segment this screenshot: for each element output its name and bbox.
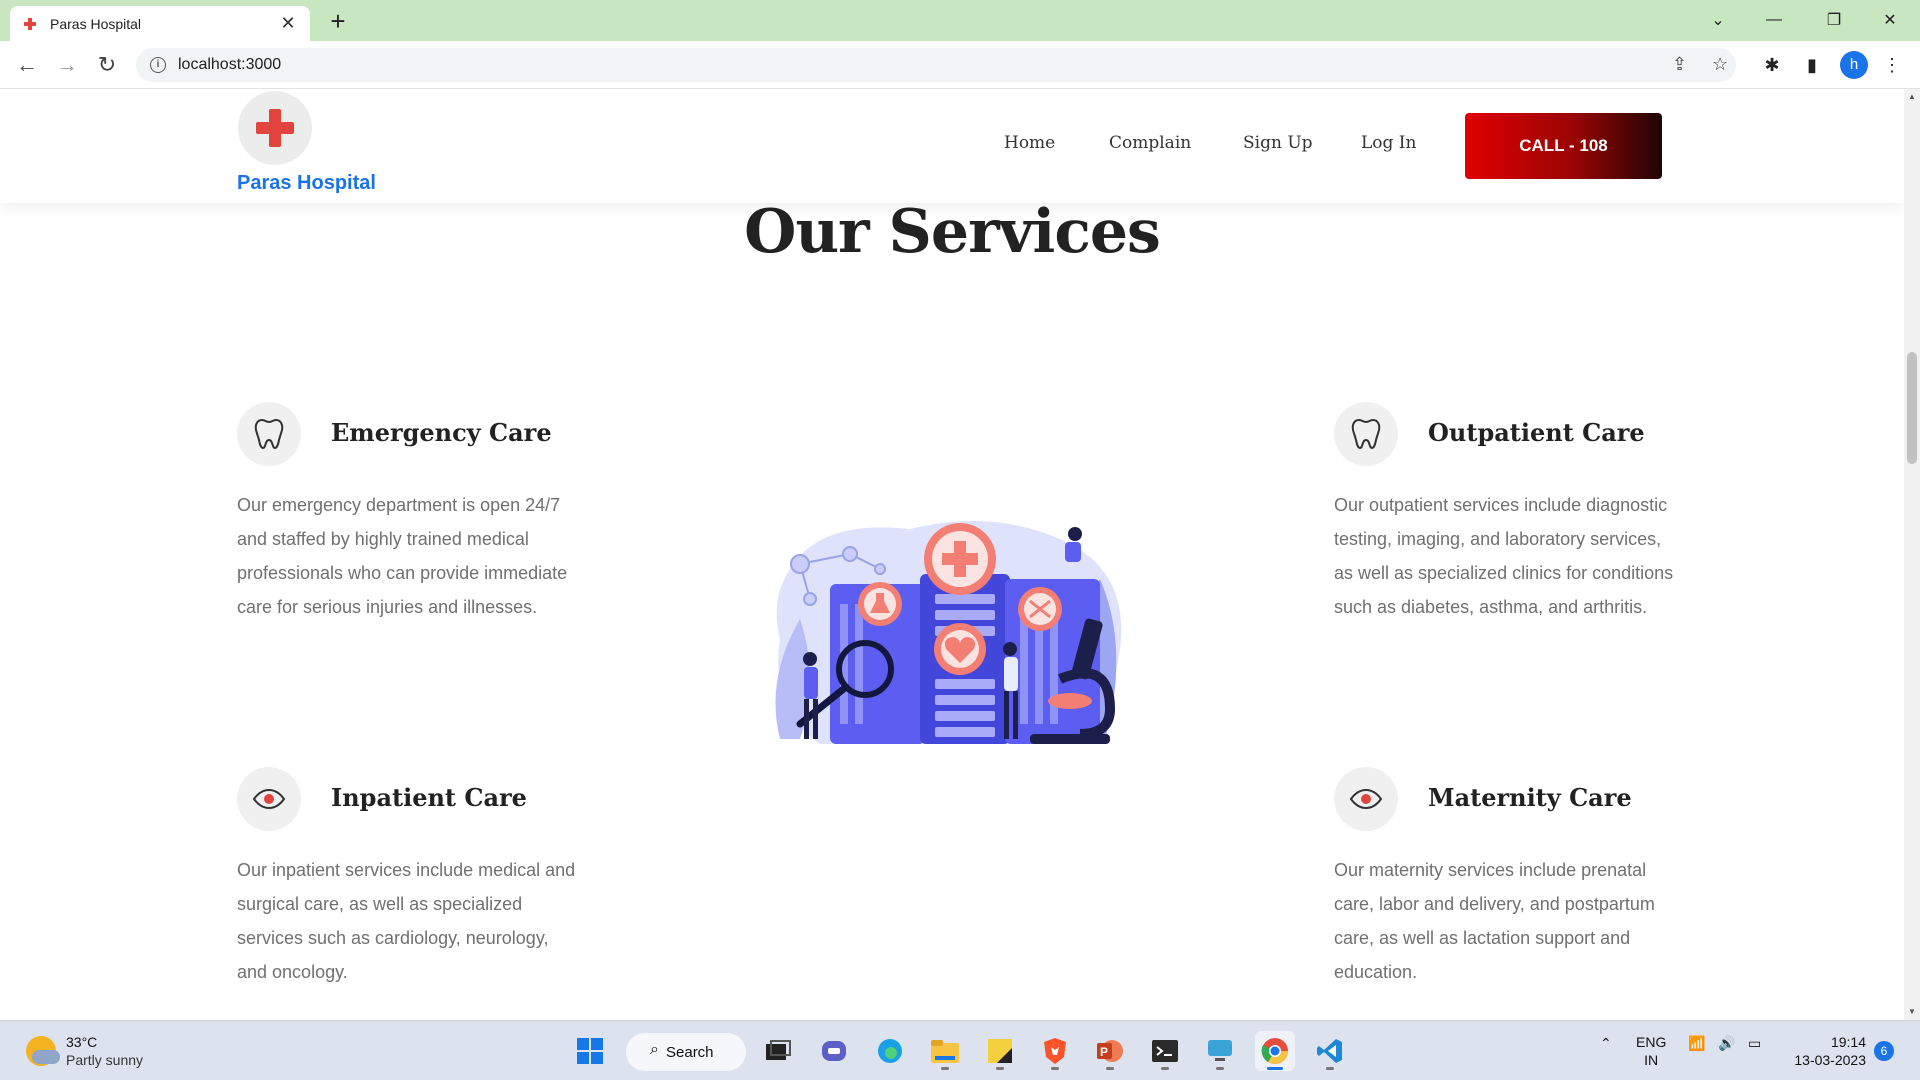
restore-button[interactable]: ❐ — [1806, 4, 1862, 36]
service-description: Our maternity services include prenatal … — [1334, 860, 1655, 982]
address-bar[interactable]: i localhost:3000 ⇪ ☆ — [136, 48, 1736, 82]
brand-name[interactable]: Paras Hospital — [237, 172, 376, 195]
tab-title: Paras Hospital — [50, 15, 142, 32]
hospital-cross-icon — [22, 16, 38, 32]
eye-icon — [237, 767, 301, 831]
tooth-icon — [1334, 402, 1398, 466]
scroll-up-arrow-icon[interactable]: ▲ — [1908, 92, 1916, 101]
search-icon: ⌕ — [650, 1041, 659, 1058]
brave-browser-icon[interactable] — [1035, 1031, 1075, 1071]
site-header: Paras Hospital Home Complain Sign Up Log… — [0, 89, 1904, 203]
scroll-down-arrow-icon[interactable]: ▼ — [1908, 1007, 1916, 1016]
service-description: Our inpatient services include medical a… — [237, 860, 576, 982]
wifi-icon[interactable]: 📶 — [1688, 1035, 1705, 1052]
page-viewport: Paras Hospital Home Complain Sign Up Log… — [0, 89, 1904, 1020]
browser-tabstrip: Paras Hospital ✕ + ⌄ — ❐ ✕ — [0, 0, 1920, 41]
nav-log-in[interactable]: Log In — [1361, 133, 1416, 153]
service-title: Emergency Care — [331, 418, 552, 447]
reload-icon[interactable]: ↻ — [93, 51, 121, 79]
call-button[interactable]: CALL - 108 — [1465, 113, 1662, 179]
battery-icon[interactable]: ▭ — [1748, 1035, 1761, 1052]
chrome-browser-icon[interactable] — [1255, 1031, 1295, 1071]
nav-home[interactable]: Home — [1004, 133, 1055, 153]
nav-complain[interactable]: Complain — [1109, 133, 1191, 153]
volume-icon[interactable]: 🔊 — [1718, 1035, 1735, 1052]
region-code: IN — [1644, 1052, 1659, 1068]
browser-tab[interactable]: Paras Hospital ✕ — [10, 6, 310, 41]
service-title: Maternity Care — [1428, 783, 1632, 812]
system-clock[interactable]: 19:14 13-03-2023 — [1788, 1033, 1866, 1069]
weather-condition: Partly sunny — [66, 1052, 144, 1068]
tray-overflow-chevron-icon[interactable]: ⌃ — [1600, 1035, 1612, 1052]
terminal-icon[interactable] — [1145, 1031, 1185, 1071]
section-title: Our Services — [744, 197, 1161, 267]
service-title: Outpatient Care — [1428, 418, 1645, 447]
language-code: ENG — [1636, 1034, 1667, 1050]
file-explorer-icon[interactable] — [925, 1031, 965, 1071]
hospital-logo[interactable] — [238, 91, 312, 165]
minimize-button[interactable]: — — [1746, 4, 1802, 36]
notification-badge[interactable]: 6 — [1874, 1041, 1894, 1061]
eye-icon — [1334, 767, 1398, 831]
extensions-puzzle-icon[interactable]: ✱ — [1760, 53, 1784, 77]
weather-temperature: 33°C — [66, 1034, 98, 1050]
vscode-icon[interactable] — [1310, 1031, 1350, 1071]
partly-sunny-icon — [26, 1036, 60, 1066]
profile-avatar[interactable]: h — [1840, 51, 1868, 79]
teams-chat-icon[interactable] — [814, 1031, 854, 1071]
new-tab-button[interactable]: + — [324, 8, 352, 36]
remote-desktop-icon[interactable] — [1200, 1031, 1240, 1071]
service-title: Inpatient Care — [331, 783, 527, 812]
forward-arrow-icon[interactable]: → — [53, 51, 81, 79]
windows-taskbar: 33°C Partly sunny ⌕ Search P ⌃ ENG IN 📶 … — [0, 1020, 1920, 1080]
service-description: Our emergency department is open 24/7 an… — [237, 495, 568, 617]
taskbar-search[interactable]: ⌕ Search — [626, 1033, 746, 1071]
site-info-icon[interactable]: i — [150, 57, 166, 73]
nav-sign-up[interactable]: Sign Up — [1243, 133, 1313, 153]
edge-browser-icon[interactable] — [870, 1031, 910, 1071]
taskbar-search-label: Search — [666, 1043, 714, 1061]
tooth-icon — [237, 402, 301, 466]
share-icon[interactable]: ⇪ — [1672, 54, 1687, 75]
clock-time: 19:14 — [1830, 1034, 1866, 1050]
language-indicator[interactable]: ENG IN — [1636, 1033, 1666, 1069]
clock-date: 13-03-2023 — [1794, 1052, 1866, 1068]
service-description: Our outpatient services include diagnost… — [1334, 495, 1674, 617]
close-window-button[interactable]: ✕ — [1862, 4, 1918, 36]
scrollbar-thumb[interactable] — [1907, 352, 1917, 464]
svg-text:P: P — [1100, 1045, 1108, 1059]
back-arrow-icon[interactable]: ← — [13, 51, 41, 79]
start-windows-icon[interactable] — [570, 1031, 610, 1071]
powerpoint-icon[interactable]: P — [1090, 1031, 1130, 1071]
sticky-notes-icon[interactable] — [980, 1031, 1020, 1071]
weather-widget[interactable]: 33°C Partly sunny — [26, 1033, 143, 1069]
url-text[interactable]: localhost:3000 — [178, 56, 281, 74]
menu-kebab-icon[interactable]: ⋮ — [1880, 53, 1904, 77]
tab-close-icon[interactable]: ✕ — [278, 13, 298, 34]
task-view-icon[interactable] — [758, 1031, 798, 1071]
browser-toolbar: ← → ↻ i localhost:3000 ⇪ ☆ ✱ ▮ ⋮ — [0, 41, 1920, 89]
medical-illustration — [775, 521, 1122, 744]
bookmark-star-icon[interactable]: ☆ — [1712, 54, 1728, 75]
page-scrollbar[interactable]: ▲ ▼ — [1904, 89, 1920, 1020]
tab-search-chevron-icon[interactable]: ⌄ — [1690, 4, 1746, 36]
side-panel-icon[interactable]: ▮ — [1800, 53, 1824, 77]
